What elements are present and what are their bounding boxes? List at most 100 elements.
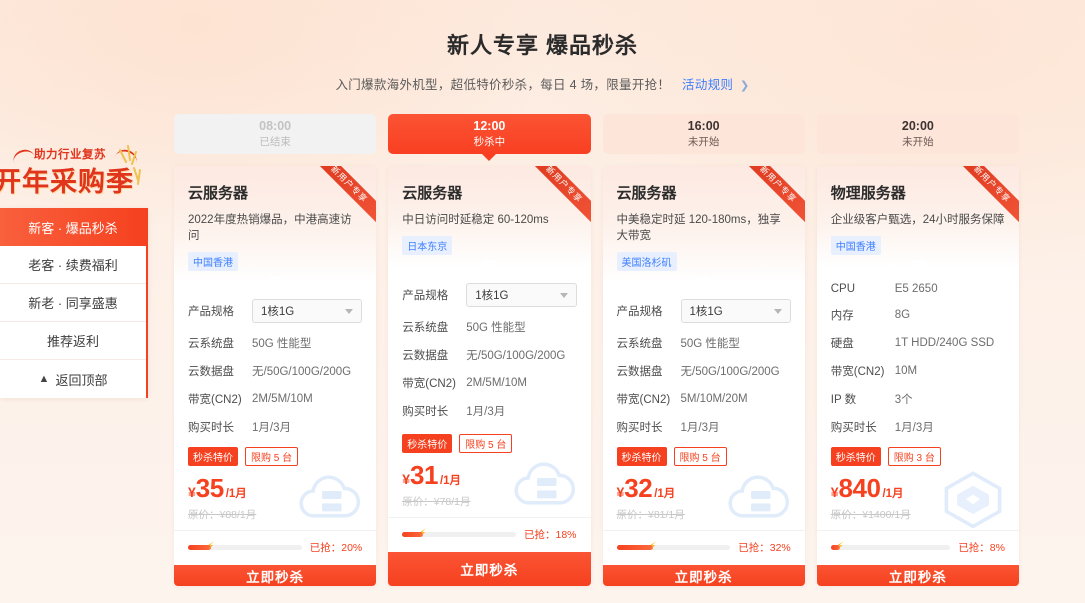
progress-row: ⚡已抢：8% — [817, 530, 1019, 565]
page-title: 新人专享 爆品秒杀 — [0, 28, 1085, 60]
spec-label: 云数据盘 — [402, 347, 466, 363]
chevron-down-icon — [560, 293, 568, 298]
price-badges: 秒杀特价限购 5 台 — [188, 447, 362, 466]
price-badges: 秒杀特价限购 3 台 — [831, 447, 1005, 466]
spec-row: IP 数3个 — [831, 391, 1005, 407]
spec-select[interactable]: 1核1G — [252, 299, 362, 323]
spec-row: 带宽(CN2)2M/5M/10M — [188, 391, 362, 407]
spec-row: 带宽(CN2)10M — [831, 363, 1005, 379]
spec-list: 产品规格1核1G云系统盘50G 性能型云数据盘无/50G/100G/200G带宽… — [388, 267, 590, 434]
buy-now-button[interactable]: 立即秒杀 — [388, 552, 590, 586]
activity-rules-link[interactable]: 活动规则 ❯ — [682, 78, 750, 92]
spec-value: 50G 性能型 — [466, 319, 525, 335]
region-tag: 美国洛杉矶 — [617, 252, 677, 271]
arrow-up-icon: ▲ — [39, 373, 50, 385]
price-block: 秒杀特价限购 5 台¥31/1月原价：¥78/1月 — [388, 434, 590, 517]
sidebar-item-3[interactable]: 推荐返利 — [0, 322, 146, 360]
session-tab-1200[interactable]: 12:00秒杀中 — [388, 114, 590, 154]
spec-value: 10M — [895, 365, 917, 377]
spec-row: 云系统盘50G 性能型 — [617, 335, 791, 351]
currency-symbol: ¥ — [402, 471, 410, 487]
product-card: 新用户专享云服务器中美稳定时延 120-180ms，独享大带宽美国洛杉矶产品规格… — [603, 166, 805, 586]
price-block: 秒杀特价限购 3 台¥840/1月原价：¥1400/1月 — [817, 447, 1019, 530]
spec-value: 1月/3月 — [681, 419, 720, 435]
card-description: 2022年度热销爆品，中港高速访问 — [188, 211, 362, 243]
lightning-icon: ⚡ — [207, 541, 214, 552]
buy-now-label: 立即秒杀 — [246, 566, 304, 586]
left-floating-nav: 助力行业复苏 开年采购季 新客 · 爆品秒杀老客 · 续费福利新老 · 同享盛惠… — [0, 144, 148, 398]
buy-now-label: 立即秒杀 — [889, 566, 947, 586]
session-time: 20:00 — [902, 119, 934, 135]
progress-bar-fill — [617, 545, 653, 550]
taken-percent-label: 已抢：18% — [524, 527, 577, 542]
session-tab-2000[interactable]: 20:00未开始 — [817, 114, 1019, 154]
limit-badge: 限购 3 台 — [888, 447, 941, 466]
spec-value: 1月/3月 — [895, 419, 934, 435]
spec-value: 无/50G/100G/200G — [252, 363, 351, 379]
spec-label: 云系统盘 — [402, 319, 466, 335]
spec-label: 云数据盘 — [617, 363, 681, 379]
spec-label: 购买时长 — [188, 419, 252, 435]
card-description: 中日访问时延稳定 60-120ms — [402, 211, 576, 227]
session-status: 已结束 — [259, 136, 291, 149]
session-time: 08:00 — [259, 119, 291, 135]
price-badges: 秒杀特价限购 5 台 — [402, 434, 576, 453]
price-unit: /1月 — [440, 472, 461, 488]
spec-value: 50G 性能型 — [681, 335, 740, 351]
spec-label: 云系统盘 — [617, 335, 681, 351]
spec-select-value: 1核1G — [475, 287, 508, 303]
spec-select[interactable]: 1核1G — [681, 299, 791, 323]
limit-badge: 限购 5 台 — [245, 447, 298, 466]
spec-value: 2M/5M/10M — [466, 377, 527, 389]
spec-label: 云数据盘 — [188, 363, 252, 379]
session-tab-1600[interactable]: 16:00未开始 — [603, 114, 805, 154]
back-to-top-button[interactable]: ▲返回顶部 — [0, 360, 146, 398]
session-status: 未开始 — [902, 136, 934, 149]
original-price: 原价：¥1400/1月 — [831, 507, 1005, 522]
limit-badge: 限购 5 台 — [459, 434, 512, 453]
session-time: 16:00 — [688, 119, 720, 135]
price-badges: 秒杀特价限购 5 台 — [617, 447, 791, 466]
card-description: 中美稳定时延 120-180ms，独享大带宽 — [617, 211, 791, 243]
price-block: 秒杀特价限购 5 台¥32/1月原价：¥81/1月 — [603, 447, 805, 530]
spec-label: 产品规格 — [188, 303, 252, 319]
buy-now-button[interactable]: 立即秒杀 — [817, 565, 1019, 586]
spec-row: 产品规格1核1G — [617, 299, 791, 323]
price-block: 秒杀特价限购 5 台¥35/1月原价：¥88/1月 — [174, 447, 376, 530]
region-tag: 中国香港 — [831, 236, 881, 255]
price-line: ¥32/1月 — [617, 475, 791, 501]
spec-row: 云数据盘无/50G/100G/200G — [188, 363, 362, 379]
progress-bar: ⚡ — [831, 545, 951, 550]
price-line: ¥35/1月 — [188, 475, 362, 501]
spec-row: 带宽(CN2)2M/5M/10M — [402, 375, 576, 391]
session-status: 秒杀中 — [474, 136, 506, 149]
buy-now-button[interactable]: 立即秒杀 — [603, 565, 805, 586]
spec-label: 产品规格 — [402, 287, 466, 303]
sidebar-item-2[interactable]: 新老 · 同享盛惠 — [0, 284, 146, 322]
chevron-right-icon: ❯ — [740, 80, 750, 92]
progress-row: ⚡已抢：32% — [603, 530, 805, 565]
card-title: 物理服务器 — [831, 182, 1005, 203]
spec-row: 带宽(CN2)5M/10M/20M — [617, 391, 791, 407]
progress-bar: ⚡ — [617, 545, 731, 550]
sidebar-item-0[interactable]: 新客 · 爆品秒杀 — [0, 208, 146, 246]
buy-now-label: 立即秒杀 — [675, 566, 733, 586]
spec-label: 带宽(CN2) — [402, 375, 466, 391]
sidebar-item-1[interactable]: 老客 · 续费福利 — [0, 246, 146, 284]
spec-row: 产品规格 1核1G — [402, 283, 576, 307]
price-unit: /1月 — [654, 485, 675, 501]
sale-badge: 秒杀特价 — [831, 447, 881, 466]
spec-row: 购买时长1月/3月 — [831, 419, 1005, 435]
buy-now-button[interactable]: 立即秒杀 — [174, 565, 376, 586]
card-title: 云服务器 — [188, 182, 362, 203]
session-tab-0800[interactable]: 08:00已结束 — [174, 114, 376, 154]
region-tag: 中国香港 — [188, 252, 238, 271]
page-subtitle: 入门爆款海外机型，超低特价秒杀，每日 4 场，限量开抢！ 活动规则 ❯ — [0, 74, 1085, 93]
price-amount: 840 — [839, 475, 881, 501]
spec-select[interactable]: 1核1G — [466, 283, 576, 307]
spec-value: 50G 性能型 — [252, 335, 311, 351]
spec-value: 2M/5M/10M — [252, 393, 313, 405]
spec-row: 购买时长1月/3月 — [617, 419, 791, 435]
price-unit: /1月 — [226, 485, 247, 501]
spec-value: E5 2650 — [895, 283, 938, 295]
